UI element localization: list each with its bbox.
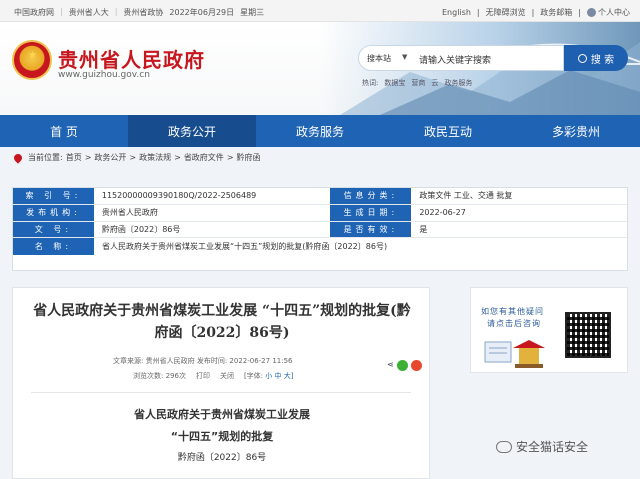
article-tools: 浏览次数: 296次 打印 关闭 [字体: 小 中 大] (133, 371, 293, 381)
meta-value: 2022-06-27 (419, 208, 466, 218)
share-icon[interactable]: ⋖ (387, 360, 394, 371)
consult-panel[interactable]: 如您有其他疑问 请点击后咨询 (470, 287, 628, 373)
meta-value: 贵州省人民政府 (101, 208, 158, 218)
meta-value: 是 (419, 224, 428, 234)
site-url: www.guizhou.gov.cn (58, 70, 150, 80)
meta-row: 名 称: 省人民政府关于贵州省煤炭工业发展“十四五”规划的批复(黔府函〔2022… (13, 238, 627, 256)
body-title-line-1: 省人民政府关于贵州省煤炭工业发展 (134, 408, 310, 421)
wechat-icon[interactable] (396, 360, 408, 371)
article-title: 省人民政府关于贵州省煤炭工业发展 “十四五”规划的批复(黔府函〔2022〕86号… (33, 303, 411, 341)
search-button[interactable]: 搜 索 (564, 45, 628, 71)
hot-word[interactable]: 政务服务 (444, 78, 472, 88)
breadcrumb-home[interactable]: 首页 (66, 152, 82, 163)
meta-row: 发布机构: 贵州省人民政府 生成日期: 2022-06-27 (13, 204, 627, 222)
font-small-button[interactable]: 小 (265, 372, 272, 380)
nav-guizhou[interactable]: 多彩贵州 (512, 115, 640, 147)
article-published: 发布时间: 2022-06-27 11:56 (196, 357, 293, 365)
current-weekday: 星期三 (240, 8, 265, 17)
meta-value: 政策文件 工业、交通 批复 (419, 191, 513, 201)
chevron-down-icon: ▼ (402, 53, 408, 61)
meta-row: 文 号: 黔府函〔2022〕86号 是否有效: 是 (13, 221, 627, 239)
breadcrumb-gov-affairs[interactable]: 政务公开 (94, 152, 126, 163)
breadcrumb: 当前位置: 首页 > 政务公开 > 政策法规 > 省政府文件 > 黔府函 (12, 151, 261, 164)
article-info: 文章来源: 贵州省人民政府 发布时间: 2022-06-27 11:56 (113, 356, 293, 366)
user-icon (587, 8, 596, 17)
hot-word[interactable]: 营商 (411, 78, 425, 88)
breadcrumb-current[interactable]: 黔府函 (237, 152, 261, 163)
meta-row: 索 引 号: 11520000009390180Q/2022-2506489 信… (13, 188, 627, 205)
national-emblem-icon: ★ (12, 40, 52, 80)
close-link[interactable]: 关闭 (220, 371, 234, 381)
hot-word[interactable]: 云 (431, 78, 438, 88)
top-right-links: English | 无障碍浏览 | 政务邮箱 | 个人中心 (442, 7, 630, 18)
meta-value: 11520000009390180Q/2022-2506489 (101, 191, 257, 201)
article-source: 文章来源: 贵州省人民政府 (113, 357, 195, 365)
font-big-button[interactable]: 大] (284, 372, 294, 380)
search-bar: 搜本站 ▼ 请输入关键字搜索 搜 索 (358, 45, 628, 71)
print-link[interactable]: 打印 (196, 371, 210, 381)
link-english[interactable]: English (442, 8, 471, 17)
document-meta-table: 索 引 号: 11520000009390180Q/2022-2506489 信… (12, 187, 628, 271)
location-pin-icon (12, 151, 24, 164)
link-accessibility[interactable]: 无障碍浏览 (486, 7, 526, 18)
top-links: 中国政府网 | 贵州省人大 | 贵州省政协 2022年06月29日 星期三 (14, 7, 265, 18)
nav-gov-affairs[interactable]: 政务公开 (128, 115, 256, 147)
meta-value: 省人民政府关于贵州省煤炭工业发展“十四五”规划的批复(黔府函〔2022〕86号) (102, 242, 388, 252)
share-bar: ⋖ (387, 360, 422, 371)
meta-key: 信息分类: (330, 188, 412, 204)
top-bar: 中国政府网 | 贵州省人大 | 贵州省政协 2022年06月29日 星期三 En… (0, 0, 640, 22)
link-mail[interactable]: 政务邮箱 (540, 7, 572, 18)
divider (31, 392, 411, 393)
link-gov-cn[interactable]: 中国政府网 (14, 7, 54, 18)
consult-line-2: 请点击后咨询 (487, 319, 541, 328)
watermark: 安全猫话安全 (496, 438, 588, 455)
consult-illustration-icon (484, 340, 545, 368)
link-cppcc[interactable]: 贵州省政协 (123, 7, 163, 18)
body-title-line-2: “十四五”规划的批复 (170, 430, 274, 443)
hot-word[interactable]: 数据宝 (384, 78, 405, 88)
breadcrumb-policy[interactable]: 政策法规 (139, 152, 171, 163)
consult-line-1: 如您有其他疑问 (481, 307, 544, 316)
font-mid-button[interactable]: 中 (275, 372, 282, 380)
qr-code-icon[interactable] (565, 312, 611, 358)
body-doc-number: 黔府函〔2022〕86号 (177, 453, 267, 463)
link-npc[interactable]: 贵州省人大 (69, 7, 109, 18)
weibo-icon[interactable] (410, 360, 422, 371)
meta-key: 索 引 号: (13, 188, 94, 204)
search-input[interactable]: 请输入关键字搜索 (419, 53, 491, 66)
main-nav: 首 页 政务公开 政务服务 政民互动 多彩贵州 (0, 115, 640, 147)
meta-value: 黔府函〔2022〕86号 (101, 224, 181, 234)
search-icon (577, 53, 587, 63)
meta-key: 发布机构: (13, 204, 94, 221)
nav-interaction[interactable]: 政民互动 (384, 115, 512, 147)
nav-home[interactable]: 首 页 (0, 115, 128, 147)
font-size-switch: [字体: 小 中 大] (243, 372, 294, 380)
hot-words: 热词: 数据宝 营商 云 政务服务 (362, 78, 473, 88)
site-title[interactable]: 贵州省人民政府 (58, 44, 205, 73)
wechat-icon (496, 440, 512, 453)
view-count: 浏览次数: 296次 (133, 372, 186, 380)
meta-key: 生成日期: (330, 204, 412, 221)
meta-key: 文 号: (13, 221, 94, 238)
nav-services[interactable]: 政务服务 (256, 115, 384, 147)
current-date: 2022年06月29日 (169, 8, 235, 17)
meta-key: 名 称: (13, 238, 94, 256)
search-box[interactable]: 搜本站 ▼ 请输入关键字搜索 (358, 45, 564, 71)
breadcrumb-docs[interactable]: 省政府文件 (184, 152, 224, 163)
article-panel: 省人民政府关于贵州省煤炭工业发展 “十四五”规划的批复(黔府函〔2022〕86号… (12, 287, 430, 479)
search-scope-select[interactable]: 搜本站 (367, 53, 391, 64)
user-center-link[interactable]: 个人中心 (587, 7, 630, 18)
meta-key: 是否有效: (330, 221, 412, 238)
site-banner: ★ 贵州省人民政府 www.guizhou.gov.cn 搜本站 ▼ 请输入关键… (0, 22, 640, 115)
